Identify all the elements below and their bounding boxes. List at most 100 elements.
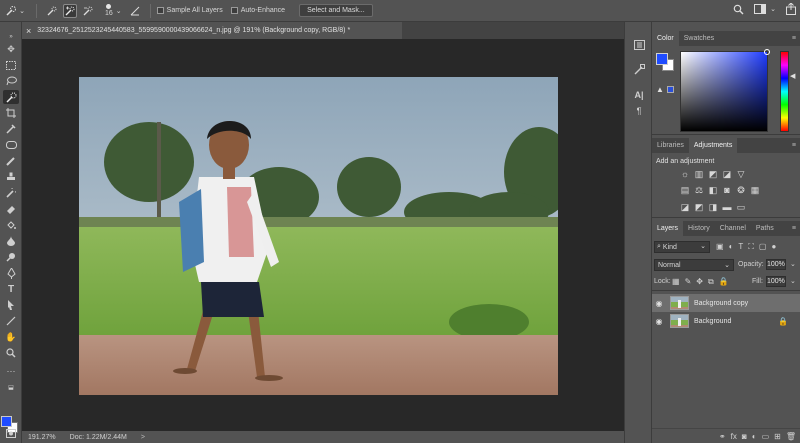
new-selection-button[interactable] (45, 4, 59, 18)
filter-toggle-icon[interactable]: ● (771, 241, 776, 253)
status-menu-arrow[interactable]: > (141, 434, 145, 441)
default-colors-icon[interactable]: ⬓ (3, 380, 19, 394)
workspace-icon[interactable] (754, 3, 767, 15)
posterize-icon[interactable]: ◩ (694, 202, 704, 212)
brightness-contrast-icon[interactable]: ☼ (680, 169, 690, 179)
color-picker-cursor[interactable] (764, 49, 770, 55)
healing-brush-icon[interactable] (3, 138, 19, 152)
gamut-swatch[interactable] (667, 86, 674, 93)
blur-tool-icon[interactable] (3, 234, 19, 248)
close-icon[interactable]: × (26, 26, 31, 36)
path-selection-icon[interactable] (3, 298, 19, 312)
photo-filter-icon[interactable]: ◙ (722, 185, 732, 195)
color-balance-icon[interactable]: ⚖ (694, 185, 704, 195)
tab-channels[interactable]: Channel (715, 221, 751, 236)
visibility-eye-icon[interactable]: ◉ (652, 317, 666, 326)
search-icon[interactable] (733, 4, 744, 15)
crop-tool-icon[interactable] (3, 106, 19, 120)
layer-style-icon[interactable]: fx (731, 432, 737, 441)
brush-tool-icon[interactable] (3, 154, 19, 168)
lock-brush-icon[interactable]: ✎ (685, 276, 692, 288)
photo-canvas[interactable] (79, 77, 558, 395)
lock-position-icon[interactable]: ✥ (696, 276, 703, 288)
type-filter-icon[interactable]: T (738, 241, 743, 253)
fill-field[interactable]: 100% (766, 276, 786, 287)
tab-color[interactable]: Color (652, 31, 679, 46)
hand-tool-icon[interactable]: ✋ (3, 330, 19, 344)
color-picker-field[interactable] (680, 49, 770, 132)
new-group-icon[interactable]: ▭ (762, 432, 770, 441)
curves-icon[interactable]: ◩ (708, 169, 718, 179)
tab-layers[interactable]: Layers (652, 221, 684, 236)
subtract-from-selection-button[interactable] (81, 4, 95, 18)
tab-history[interactable]: History (683, 221, 715, 236)
paragraph-icon[interactable]: ¶ (632, 104, 646, 118)
pixel-filter-icon[interactable]: ▣ (716, 241, 724, 253)
hue-saturation-icon[interactable]: ▤ (680, 185, 690, 195)
foreground-color-swatch[interactable] (1, 416, 12, 427)
zoom-level[interactable]: 191.27% (28, 434, 56, 441)
paint-bucket-icon[interactable] (3, 218, 19, 232)
quick-selection-tool-icon[interactable] (3, 90, 19, 104)
black-white-icon[interactable]: ◧ (708, 185, 718, 195)
tab-adjustments[interactable]: Adjustments (688, 138, 738, 153)
tool-preset-picker[interactable]: ⌄ (0, 0, 30, 22)
smart-object-filter-icon[interactable]: ▢ (759, 241, 767, 253)
pen-tool-icon[interactable] (3, 266, 19, 280)
type-tool-icon[interactable]: T (3, 282, 19, 296)
sample-all-layers-checkbox[interactable]: Sample All Layers (156, 7, 223, 14)
layer-row-background-copy[interactable]: ◉ Background copy (652, 294, 800, 312)
tab-paths[interactable]: Paths (751, 221, 779, 236)
tab-libraries[interactable]: Libraries (652, 138, 689, 153)
canvas-area[interactable] (22, 39, 624, 431)
lock-transparent-icon[interactable]: ▦ (672, 276, 680, 288)
auto-enhance-checkbox[interactable]: Auto-Enhance (230, 7, 285, 14)
blend-mode-select[interactable]: Normal ⌄ (654, 259, 734, 271)
dodge-tool-icon[interactable] (3, 250, 19, 264)
properties-icon[interactable] (632, 38, 646, 52)
delete-layer-icon[interactable]: 🗑 (786, 432, 796, 441)
color-panel-foreground[interactable] (656, 53, 668, 65)
chevron-down-icon[interactable]: ⌄ (790, 277, 796, 285)
lock-all-icon[interactable]: 🔒 (719, 276, 729, 288)
selective-color-icon[interactable]: ▭ (736, 202, 746, 212)
hue-slider[interactable] (780, 51, 789, 132)
marquee-tool-icon[interactable] (3, 58, 19, 72)
shape-filter-icon[interactable]: ⛶ (748, 241, 754, 253)
adjustment-filter-icon[interactable]: ◐ (729, 241, 734, 253)
select-and-mask-button[interactable]: Select and Mask... (299, 4, 373, 17)
chevron-down-icon[interactable]: ⌄ (790, 260, 796, 268)
lock-icon[interactable]: 🔒 (778, 317, 788, 326)
chevron-down-icon[interactable]: ⌄ (116, 7, 122, 15)
share-icon[interactable] (786, 3, 796, 15)
quick-mask-icon[interactable] (3, 426, 19, 440)
brush-size-picker[interactable]: 16 (105, 4, 113, 17)
threshold-icon[interactable]: ◨ (708, 202, 718, 212)
add-to-selection-button[interactable] (63, 3, 77, 18)
lock-artboard-icon[interactable]: ⧉ (708, 276, 714, 288)
layer-row-background[interactable]: ◉ Background 🔒 (652, 312, 800, 330)
new-layer-icon[interactable]: ⊞ (774, 432, 781, 441)
panel-menu-icon[interactable]: ≡ (792, 221, 800, 236)
move-tool-icon[interactable]: ✥ (3, 42, 19, 56)
clone-stamp-icon[interactable] (3, 170, 19, 184)
checkbox-box[interactable] (230, 7, 238, 14)
exposure-icon[interactable]: ◪ (722, 169, 732, 179)
checkbox-box[interactable] (156, 7, 164, 14)
zoom-tool-icon[interactable] (3, 346, 19, 360)
vibrance-icon[interactable]: ▽ (736, 169, 746, 179)
link-layers-icon[interactable]: ⚭ (719, 432, 726, 441)
channel-mixer-icon[interactable]: ❂ (736, 185, 746, 195)
hue-slider-handle-icon[interactable]: ◀ (790, 72, 795, 80)
color-lookup-icon[interactable]: ▦ (750, 185, 760, 195)
tab-swatches[interactable]: Swatches (679, 31, 719, 46)
levels-icon[interactable]: ▥ (694, 169, 704, 179)
chevron-down-icon[interactable]: ⌄ (770, 5, 776, 13)
document-tab[interactable]: × 32324676_2512523245440583_559959000043… (22, 22, 402, 39)
history-brush-icon[interactable] (3, 186, 19, 200)
invert-icon[interactable]: ◪ (680, 202, 690, 212)
opacity-field[interactable]: 100% (766, 259, 786, 270)
more-tools-icon[interactable]: ··· (3, 364, 19, 378)
brush-settings-icon[interactable] (632, 62, 646, 76)
eraser-tool-icon[interactable] (3, 202, 19, 216)
